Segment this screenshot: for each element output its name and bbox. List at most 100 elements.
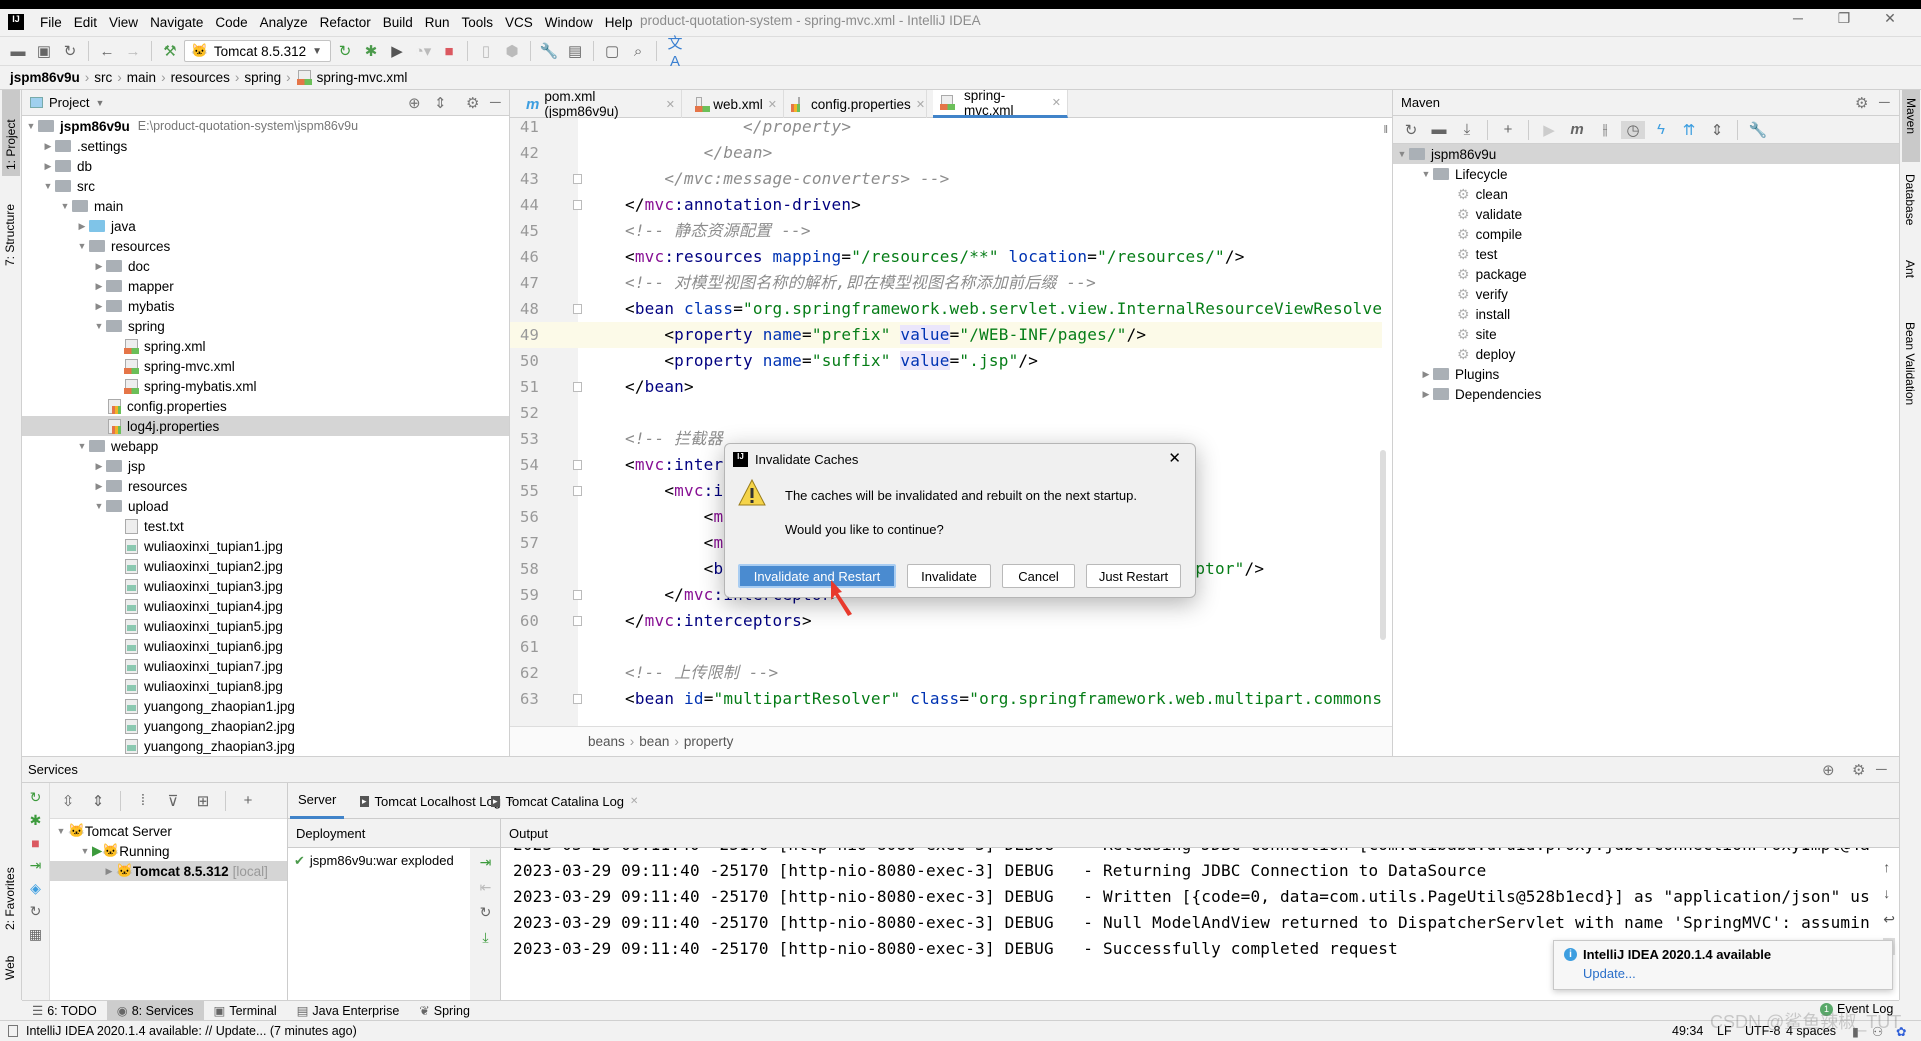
- tree-item[interactable]: ⚙ clean: [1393, 184, 1899, 204]
- tree-item[interactable]: ▼ src: [22, 176, 509, 196]
- tree-item[interactable]: wuliaoxinxi_tupian7.jpg: [22, 656, 509, 676]
- line-number[interactable]: 63: [520, 686, 560, 712]
- stripe-project[interactable]: 1: Project: [2, 90, 20, 176]
- editor-tab[interactable]: m pom.xml (jspm86v9u) ✕: [520, 89, 682, 119]
- fold-marker-icon[interactable]: [573, 694, 582, 704]
- deploy-icon[interactable]: ⇥: [480, 854, 492, 871]
- breadcrumb-item[interactable]: main: [127, 70, 156, 85]
- line-number[interactable]: 47: [520, 270, 560, 296]
- stripe-favorites[interactable]: 2: Favorites: [3, 850, 17, 930]
- up-arrow-icon[interactable]: ↑: [1883, 859, 1895, 875]
- close-tab-icon[interactable]: ✕: [630, 796, 638, 807]
- hide-icon[interactable]: ─: [1876, 761, 1887, 778]
- fold-marker-icon[interactable]: [573, 200, 582, 210]
- collapse-all-icon[interactable]: ⇕: [86, 792, 110, 810]
- lightning-icon[interactable]: ϟ: [1649, 121, 1673, 138]
- tree-item[interactable]: ▶ mapper: [22, 276, 509, 296]
- down-arrow-icon[interactable]: ↓: [1883, 885, 1895, 901]
- forward-icon[interactable]: →: [121, 43, 145, 60]
- expanded-arrow-icon[interactable]: ▼: [75, 441, 89, 451]
- hide-icon[interactable]: ─: [1879, 94, 1890, 111]
- just-restart-button[interactable]: Just Restart: [1086, 564, 1181, 588]
- show-dependencies-icon[interactable]: ⇈: [1677, 121, 1701, 139]
- tree-item[interactable]: wuliaoxinxi_tupian8.jpg: [22, 676, 509, 696]
- tree-item[interactable]: wuliaoxinxi_tupian4.jpg: [22, 596, 509, 616]
- caret-position[interactable]: 49:34: [1672, 1024, 1703, 1038]
- line-number[interactable]: 49: [520, 322, 560, 348]
- line-number[interactable]: 57: [520, 530, 560, 556]
- line-number[interactable]: 54: [520, 452, 560, 478]
- collapsed-arrow-icon[interactable]: ▶: [75, 221, 89, 232]
- services-tab[interactable]: Server: [290, 783, 345, 819]
- line-number[interactable]: 56: [520, 504, 560, 530]
- expanded-arrow-icon[interactable]: ▼: [41, 181, 55, 191]
- expanded-arrow-icon[interactable]: ▼: [1395, 149, 1409, 159]
- tree-item[interactable]: ▼ ▶ 🐱 Running: [50, 841, 287, 861]
- line-number[interactable]: 55: [520, 478, 560, 504]
- services-tab[interactable]: ▸ Tomcat Catalina Log ✕: [483, 783, 646, 819]
- stripe-database[interactable]: Database: [1903, 174, 1917, 244]
- collapsed-arrow-icon[interactable]: ▶: [92, 461, 106, 472]
- menu-edit[interactable]: Edit: [68, 15, 103, 30]
- menu-file[interactable]: File: [34, 15, 68, 30]
- back-icon[interactable]: ←: [95, 43, 119, 60]
- code-area[interactable]: 41 </property> 42 </bean> 43 </mvc:message…: [510, 118, 1382, 726]
- reader-mode-icon[interactable]: ‖: [1383, 124, 1388, 136]
- close-tab-icon[interactable]: ✕: [768, 98, 777, 111]
- line-number[interactable]: 44: [520, 192, 560, 218]
- line-number[interactable]: 46: [520, 244, 560, 270]
- tree-item[interactable]: ⚙ package: [1393, 264, 1899, 284]
- close-tab-icon[interactable]: ✕: [916, 98, 925, 111]
- generate-sources-icon[interactable]: ▬: [1427, 121, 1451, 138]
- close-tab-icon[interactable]: ✕: [666, 98, 675, 111]
- breadcrumb-item[interactable]: jspm86v9u: [10, 70, 80, 85]
- expanded-arrow-icon[interactable]: ▼: [54, 826, 68, 836]
- fold-marker-icon[interactable]: [573, 382, 582, 392]
- status-message[interactable]: IntelliJ IDEA 2020.1.4 available: // Upd…: [26, 1024, 357, 1038]
- menu-window[interactable]: Window: [539, 15, 599, 30]
- tree-item[interactable]: ▶ db: [22, 156, 509, 176]
- tree-item[interactable]: ▶ mybatis: [22, 296, 509, 316]
- skip-tests-icon[interactable]: ⫲: [1593, 121, 1617, 138]
- menu-refactor[interactable]: Refactor: [314, 15, 377, 30]
- tree-item[interactable]: test.txt: [22, 516, 509, 536]
- line-number[interactable]: 58: [520, 556, 560, 582]
- maven-goal-icon[interactable]: m: [1565, 121, 1589, 138]
- line-number[interactable]: 62: [520, 660, 560, 686]
- fold-marker-icon[interactable]: [573, 616, 582, 626]
- menu-vcs[interactable]: VCS: [499, 15, 539, 30]
- bottom-tab[interactable]: ☰ 6: TODO: [22, 1001, 107, 1021]
- update-link[interactable]: Update...: [1583, 966, 1892, 981]
- terminal-window-icon[interactable]: ▢: [600, 42, 624, 60]
- tree-item[interactable]: ⚙ validate: [1393, 204, 1899, 224]
- translate-icon[interactable]: 文A: [663, 32, 687, 70]
- restore-button[interactable]: ❐: [1821, 10, 1867, 27]
- refresh-icon[interactable]: ↻: [480, 904, 492, 921]
- line-number[interactable]: 45: [520, 218, 560, 244]
- artifact-icon[interactable]: ◈: [30, 880, 41, 897]
- fold-marker-icon[interactable]: [573, 174, 582, 184]
- sync-icon[interactable]: ↻: [58, 42, 82, 60]
- bottom-tab[interactable]: ▣ Terminal: [204, 1001, 287, 1021]
- group-icon[interactable]: ⁞: [131, 792, 155, 809]
- tree-item[interactable]: ▶ java: [22, 216, 509, 236]
- tree-item[interactable]: ⚙ verify: [1393, 284, 1899, 304]
- tree-item[interactable]: spring-mybatis.xml: [22, 376, 509, 396]
- menu-view[interactable]: View: [103, 15, 144, 30]
- line-number[interactable]: 59: [520, 582, 560, 608]
- stripe-bean-validation[interactable]: Bean Validation: [1903, 322, 1917, 432]
- refresh-icon[interactable]: ↻: [30, 903, 42, 920]
- breadcrumb-item[interactable]: src: [94, 70, 112, 85]
- stripe-structure[interactable]: 7: Structure: [3, 186, 17, 266]
- build-hammer-icon[interactable]: ⚒: [158, 42, 182, 60]
- debug-icon[interactable]: ✱: [30, 812, 42, 829]
- breadcrumb-item[interactable]: spring-mvc.xml: [317, 70, 408, 85]
- undeploy-icon[interactable]: ⇤: [480, 879, 492, 896]
- menu-navigate[interactable]: Navigate: [144, 15, 209, 30]
- tree-item[interactable]: ▼ spring: [22, 316, 509, 336]
- collapsed-arrow-icon[interactable]: ▶: [92, 481, 106, 492]
- tree-item[interactable]: spring-mvc.xml: [22, 356, 509, 376]
- project-view-select[interactable]: Project: [49, 95, 89, 110]
- cancel-button[interactable]: Cancel: [1002, 564, 1075, 588]
- tree-item[interactable]: ▼ resources: [22, 236, 509, 256]
